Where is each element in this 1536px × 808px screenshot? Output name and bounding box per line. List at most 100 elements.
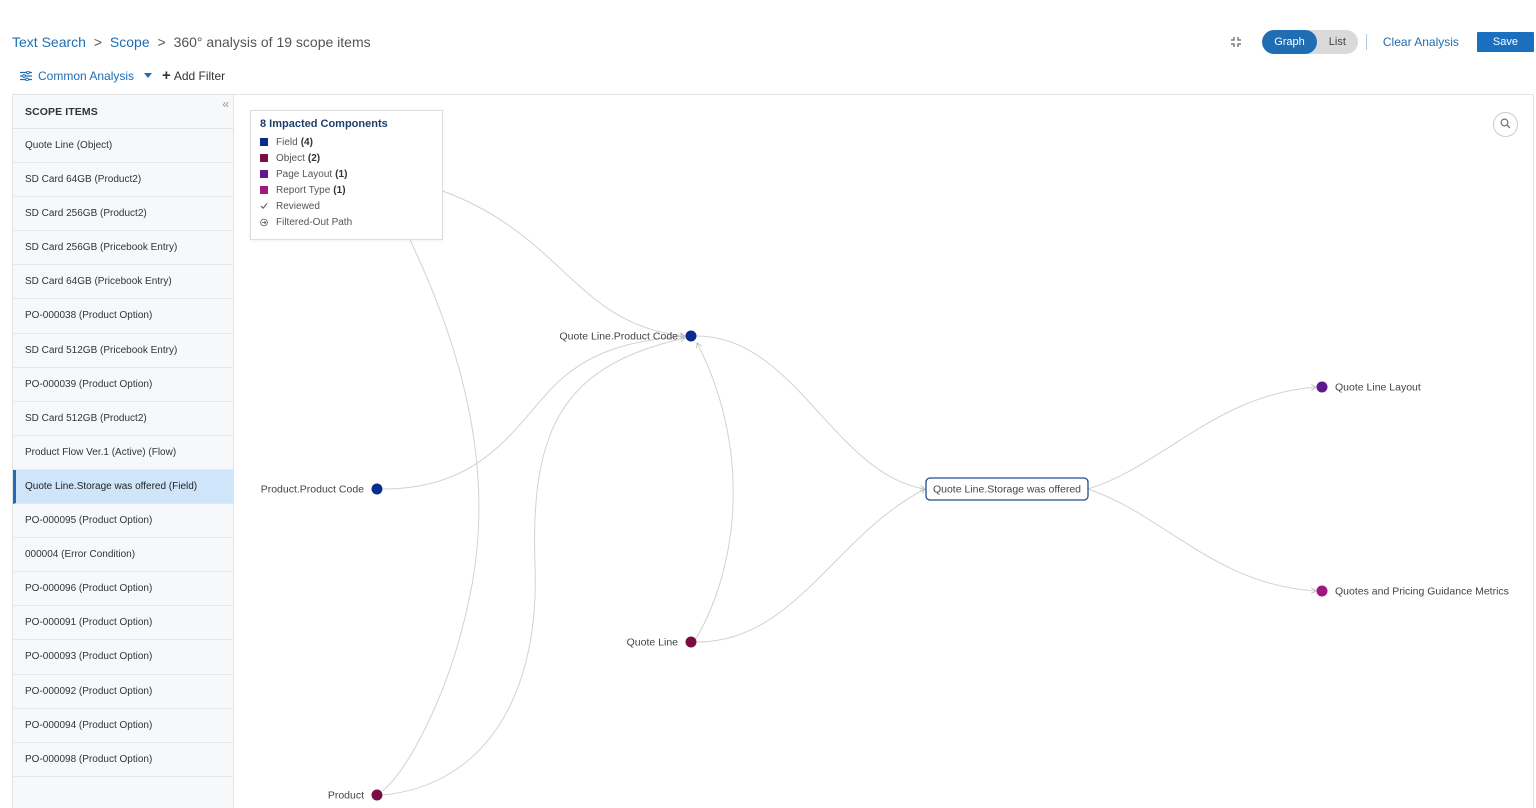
scope-item[interactable]: Quote Line.Storage was offered (Field) [13, 469, 233, 505]
scope-item[interactable]: SD Card 256GB (Product2) [13, 197, 233, 232]
add-filter-button[interactable]: + Add Filter [162, 68, 225, 83]
graph-node-product-code[interactable]: Product.Product Code [261, 483, 383, 496]
legend-swatch [260, 154, 268, 162]
legend-reviewed-label: Reviewed [276, 200, 320, 212]
caret-down-icon[interactable] [144, 73, 153, 78]
legend-type-row: Object (2) [260, 150, 433, 166]
graph-view-button[interactable]: Graph [1262, 30, 1317, 54]
graph-node-product-code-ql[interactable]: Quote Line.Product Code [560, 330, 697, 343]
sidebar-title: SCOPE ITEMS [25, 106, 98, 118]
collapse-sidebar-icon[interactable]: « [222, 97, 229, 111]
node-dot[interactable] [685, 330, 697, 342]
scope-item[interactable]: PO-000096 (Product Option) [13, 572, 233, 607]
graph-edge [439, 189, 685, 336]
node-label: Quote Line [627, 637, 679, 649]
graph-nodes: Quote Line.Product Code Product.Product C… [261, 330, 1509, 802]
legend-swatch [260, 170, 268, 178]
scope-item[interactable]: PO-000039 (Product Option) [13, 368, 233, 402]
legend-type-count: (4) [300, 136, 313, 148]
scope-item[interactable]: 000004 (Error Condition) [13, 538, 233, 573]
filtered-path-icon [260, 218, 268, 227]
graph-edge [694, 343, 734, 641]
scope-item[interactable]: SD Card 64GB (Pricebook Entry) [13, 265, 233, 300]
scope-item[interactable]: PO-000094 (Product Option) [13, 709, 233, 743]
graph-edge [696, 489, 925, 643]
legend-types: Field (4) Object (2) Page Layout (1) Report Ty… [260, 134, 433, 198]
legend-type-row: Field (4) [260, 134, 433, 150]
header-toolbar: Graph List Clear Analysis Save [1228, 30, 1534, 54]
checkmark-icon [260, 202, 268, 210]
scope-item[interactable]: Product Flow Ver.1 (Active) (Flow) [13, 436, 233, 470]
legend-swatch [260, 186, 268, 194]
legend-filtered: Filtered-Out Path [260, 214, 433, 230]
legend-type-row: Page Layout (1) [260, 166, 433, 182]
analysis-dropdown[interactable]: Common Analysis [38, 69, 134, 83]
legend-type-count: (1) [335, 168, 348, 180]
graph-edge [1087, 488, 1316, 591]
scope-item[interactable]: SD Card 512GB (Product2) [13, 402, 233, 436]
legend-type-label: Report Type [276, 184, 331, 196]
scope-item[interactable]: PO-000091 (Product Option) [13, 606, 233, 641]
graph-node-storage-offered[interactable]: Quote Line.Storage was offered [925, 477, 1089, 501]
legend-swatch [260, 138, 268, 146]
legend-title: 8 Impacted Components [260, 118, 388, 130]
legend-type-label: Field [276, 136, 298, 148]
plus-icon: + [162, 67, 171, 84]
graph-edge [1087, 387, 1316, 490]
scope-item[interactable]: PO-000095 (Product Option) [13, 504, 233, 539]
scope-item[interactable]: Quote Line (Object) [13, 129, 233, 164]
divider [1365, 34, 1367, 50]
breadcrumb-separator: > [93, 34, 103, 50]
breadcrumb-separator: > [157, 34, 166, 50]
graph-node-pricing-metrics[interactable]: Quotes and Pricing Guidance Metrics [1316, 585, 1509, 598]
graph-search-button[interactable] [1493, 112, 1518, 137]
breadcrumb-text-search[interactable]: Text Search [12, 34, 86, 50]
legend-type-count: (1) [333, 184, 346, 196]
scope-item[interactable]: PO-000093 (Product Option) [13, 640, 233, 675]
node-dot[interactable] [371, 483, 383, 495]
scope-item[interactable]: SD Card 256GB (Pricebook Entry) [13, 231, 233, 266]
legend-type-row: Report Type (1) [260, 182, 433, 198]
node-label: Quote Line Layout [1335, 382, 1421, 394]
scope-item[interactable]: SD Card 64GB (Product2) [13, 163, 233, 198]
sidebar-header: SCOPE ITEMS « [13, 95, 233, 129]
graph-node-ql-layout[interactable]: Quote Line Layout [1316, 381, 1421, 394]
graph-node-quote-line[interactable]: Quote Line [627, 636, 697, 649]
analysis-panel: SCOPE ITEMS « Quote Line (Object) SD Card… [12, 94, 1534, 808]
graph-edge [696, 335, 925, 489]
collapse-arrows-icon[interactable] [1228, 34, 1244, 50]
node-label: Quote Line.Product Code [560, 331, 679, 343]
save-button[interactable]: Save [1476, 32, 1534, 52]
graph-node-product[interactable]: Product [328, 789, 383, 802]
list-view-button[interactable]: List [1317, 30, 1358, 54]
node-label: Product [328, 790, 364, 802]
node-dot[interactable] [371, 789, 383, 801]
legend-type-count: (2) [307, 152, 321, 164]
node-dot[interactable] [1316, 585, 1328, 597]
breadcrumb: Text Search > Scope > 360° analysis of 1… [12, 34, 371, 50]
scope-item[interactable]: PO-000098 (Product Option) [13, 743, 233, 777]
legend-reviewed: Reviewed [260, 198, 433, 214]
scope-items-sidebar: SCOPE ITEMS « Quote Line (Object) SD Card… [13, 95, 234, 808]
legend-type-label: Object [276, 152, 305, 164]
clear-analysis-link[interactable]: Clear Analysis [1383, 35, 1459, 49]
scope-item[interactable]: PO-000038 (Product Option) [13, 299, 233, 334]
scope-item[interactable]: SD Card 512GB (Pricebook Entry) [13, 334, 233, 368]
breadcrumb-scope[interactable]: Scope [110, 34, 150, 50]
add-filter-label: Add Filter [173, 68, 226, 83]
legend-panel: 8 Impacted Components Field (4) Object (2) P… [250, 110, 443, 240]
graph-edge [382, 336, 685, 490]
graph-canvas[interactable]: Quote Line.Product Code Product.Product C… [235, 95, 1534, 808]
scope-item-list: Quote Line (Object) SD Card 64GB (Product… [13, 129, 233, 777]
graph-edge [382, 338, 685, 796]
legend-type-label: Page Layout [276, 168, 333, 180]
node-dot[interactable] [1316, 381, 1328, 393]
node-label: Quote Line.Storage was offered [933, 484, 1081, 496]
filter-bar: Common Analysis + Add Filter [20, 68, 225, 83]
node-dot[interactable] [685, 636, 697, 648]
view-toggle: Graph List [1262, 30, 1358, 54]
scope-item[interactable]: PO-000092 (Product Option) [13, 675, 233, 709]
node-label: Quotes and Pricing Guidance Metrics [1335, 586, 1509, 598]
filter-sliders-icon [20, 70, 32, 81]
breadcrumb-current: 360° analysis of 19 scope items [173, 34, 371, 50]
